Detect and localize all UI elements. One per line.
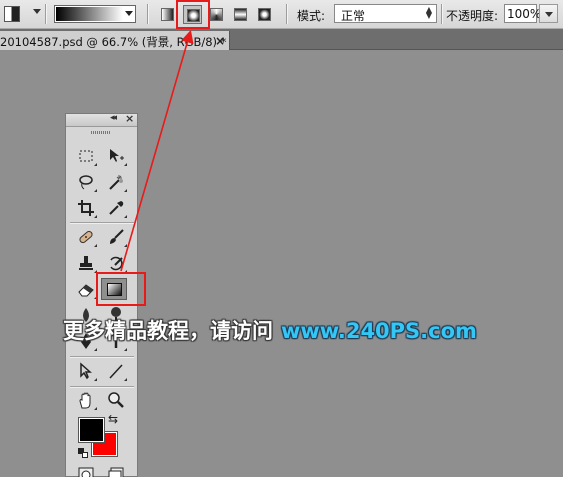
- mode-label: 模式:: [297, 9, 326, 23]
- options-bar: 模式: 正常 ▲ ▼ 不透明度: 100%: [0, 0, 563, 29]
- highlight-gradient-tool: [96, 272, 146, 306]
- marquee-icon: [79, 150, 93, 162]
- stamp-icon: [79, 256, 93, 270]
- path-selection-tool[interactable]: [74, 360, 98, 382]
- mode-select[interactable]: 正常 ▲ ▼: [334, 4, 437, 23]
- hand-icon: [79, 392, 91, 409]
- quick-mask-icon: [78, 467, 94, 477]
- screen-mode-tool[interactable]: [104, 464, 128, 477]
- diamond-gradient-icon: [258, 8, 271, 21]
- tools-panel-header[interactable]: ◂◂ ×: [66, 112, 137, 127]
- crop-tool[interactable]: [74, 197, 98, 219]
- line-icon: [109, 364, 123, 379]
- healing-brush-tool[interactable]: [74, 226, 98, 248]
- history-brush-tool[interactable]: [104, 252, 128, 274]
- brush-tool[interactable]: [104, 226, 128, 248]
- divider: [70, 386, 134, 387]
- divider: [70, 356, 134, 357]
- mode-value: 正常: [341, 9, 366, 23]
- linear-gradient-button[interactable]: [158, 5, 177, 24]
- clone-stamp-tool[interactable]: [74, 252, 98, 274]
- path-selection-icon: [80, 362, 92, 380]
- divider: [441, 4, 442, 24]
- spinner-icon: ▲ ▼: [425, 5, 432, 20]
- angle-gradient-icon: [210, 8, 223, 21]
- opacity-dropdown-button[interactable]: [539, 4, 558, 23]
- bandage-icon: [79, 230, 93, 244]
- screen-mode-icon: [108, 467, 124, 477]
- watermark-url: www.240PS.com: [281, 319, 477, 343]
- eraser-tool[interactable]: [74, 278, 98, 300]
- watermark-text: 更多精品教程，请访问: [63, 319, 273, 343]
- diamond-gradient-button[interactable]: [255, 5, 274, 24]
- document-tab-title: 20104587.psd @ 66.7% (背景, RGB/8) *: [0, 35, 227, 49]
- eraser-icon: [78, 284, 94, 297]
- foreground-color-swatch[interactable]: [78, 417, 105, 443]
- watermark: 更多精品教程，请访问 www.240PS.com: [63, 315, 477, 345]
- line-tool[interactable]: [104, 360, 128, 382]
- history-brush-icon: [110, 256, 123, 271]
- divider: [45, 4, 46, 24]
- highlight-radial-gradient: [176, 0, 210, 29]
- document-tab-bar: 20104587.psd @ 66.7% (背景, RGB/8) * ×: [0, 29, 563, 50]
- linear-gradient-icon: [161, 8, 174, 21]
- crop-icon: [78, 200, 94, 216]
- lasso-icon: [79, 175, 93, 190]
- opacity-input[interactable]: 100%: [504, 4, 541, 23]
- zoom-tool[interactable]: [104, 389, 128, 411]
- chevron-down-icon[interactable]: [125, 11, 133, 16]
- collapse-icon[interactable]: ◂◂: [110, 113, 117, 123]
- eyedropper-icon: [109, 201, 124, 215]
- divider: [70, 222, 134, 223]
- grip-handle[interactable]: [91, 131, 111, 134]
- eyedropper-tool[interactable]: [104, 197, 128, 219]
- magic-wand-icon: [109, 175, 123, 190]
- reflected-gradient-icon: [234, 8, 247, 21]
- tool-preset-icon[interactable]: [4, 6, 20, 22]
- hand-tool[interactable]: [74, 389, 98, 411]
- gradient-swatch: [56, 7, 123, 21]
- default-colors-icon[interactable]: [78, 448, 88, 458]
- move-tool[interactable]: [104, 145, 128, 167]
- reflected-gradient-button[interactable]: [231, 5, 250, 24]
- document-tab[interactable]: 20104587.psd @ 66.7% (背景, RGB/8) * ×: [0, 31, 230, 50]
- zoom-icon: [108, 392, 124, 408]
- swap-colors-icon[interactable]: ⇆: [108, 412, 118, 426]
- quick-mask-tool[interactable]: [74, 464, 98, 477]
- opacity-label: 不透明度:: [446, 9, 499, 23]
- divider: [147, 4, 148, 24]
- magic-wand-tool[interactable]: [104, 171, 128, 193]
- brush-icon: [110, 229, 124, 244]
- marquee-tool[interactable]: [74, 145, 98, 167]
- chevron-down-icon[interactable]: [33, 9, 41, 14]
- close-icon[interactable]: ×: [215, 34, 225, 48]
- divider: [286, 4, 287, 24]
- gradient-picker[interactable]: [54, 5, 136, 23]
- move-icon: [110, 149, 124, 162]
- lasso-tool[interactable]: [74, 171, 98, 193]
- close-icon[interactable]: ×: [125, 112, 134, 125]
